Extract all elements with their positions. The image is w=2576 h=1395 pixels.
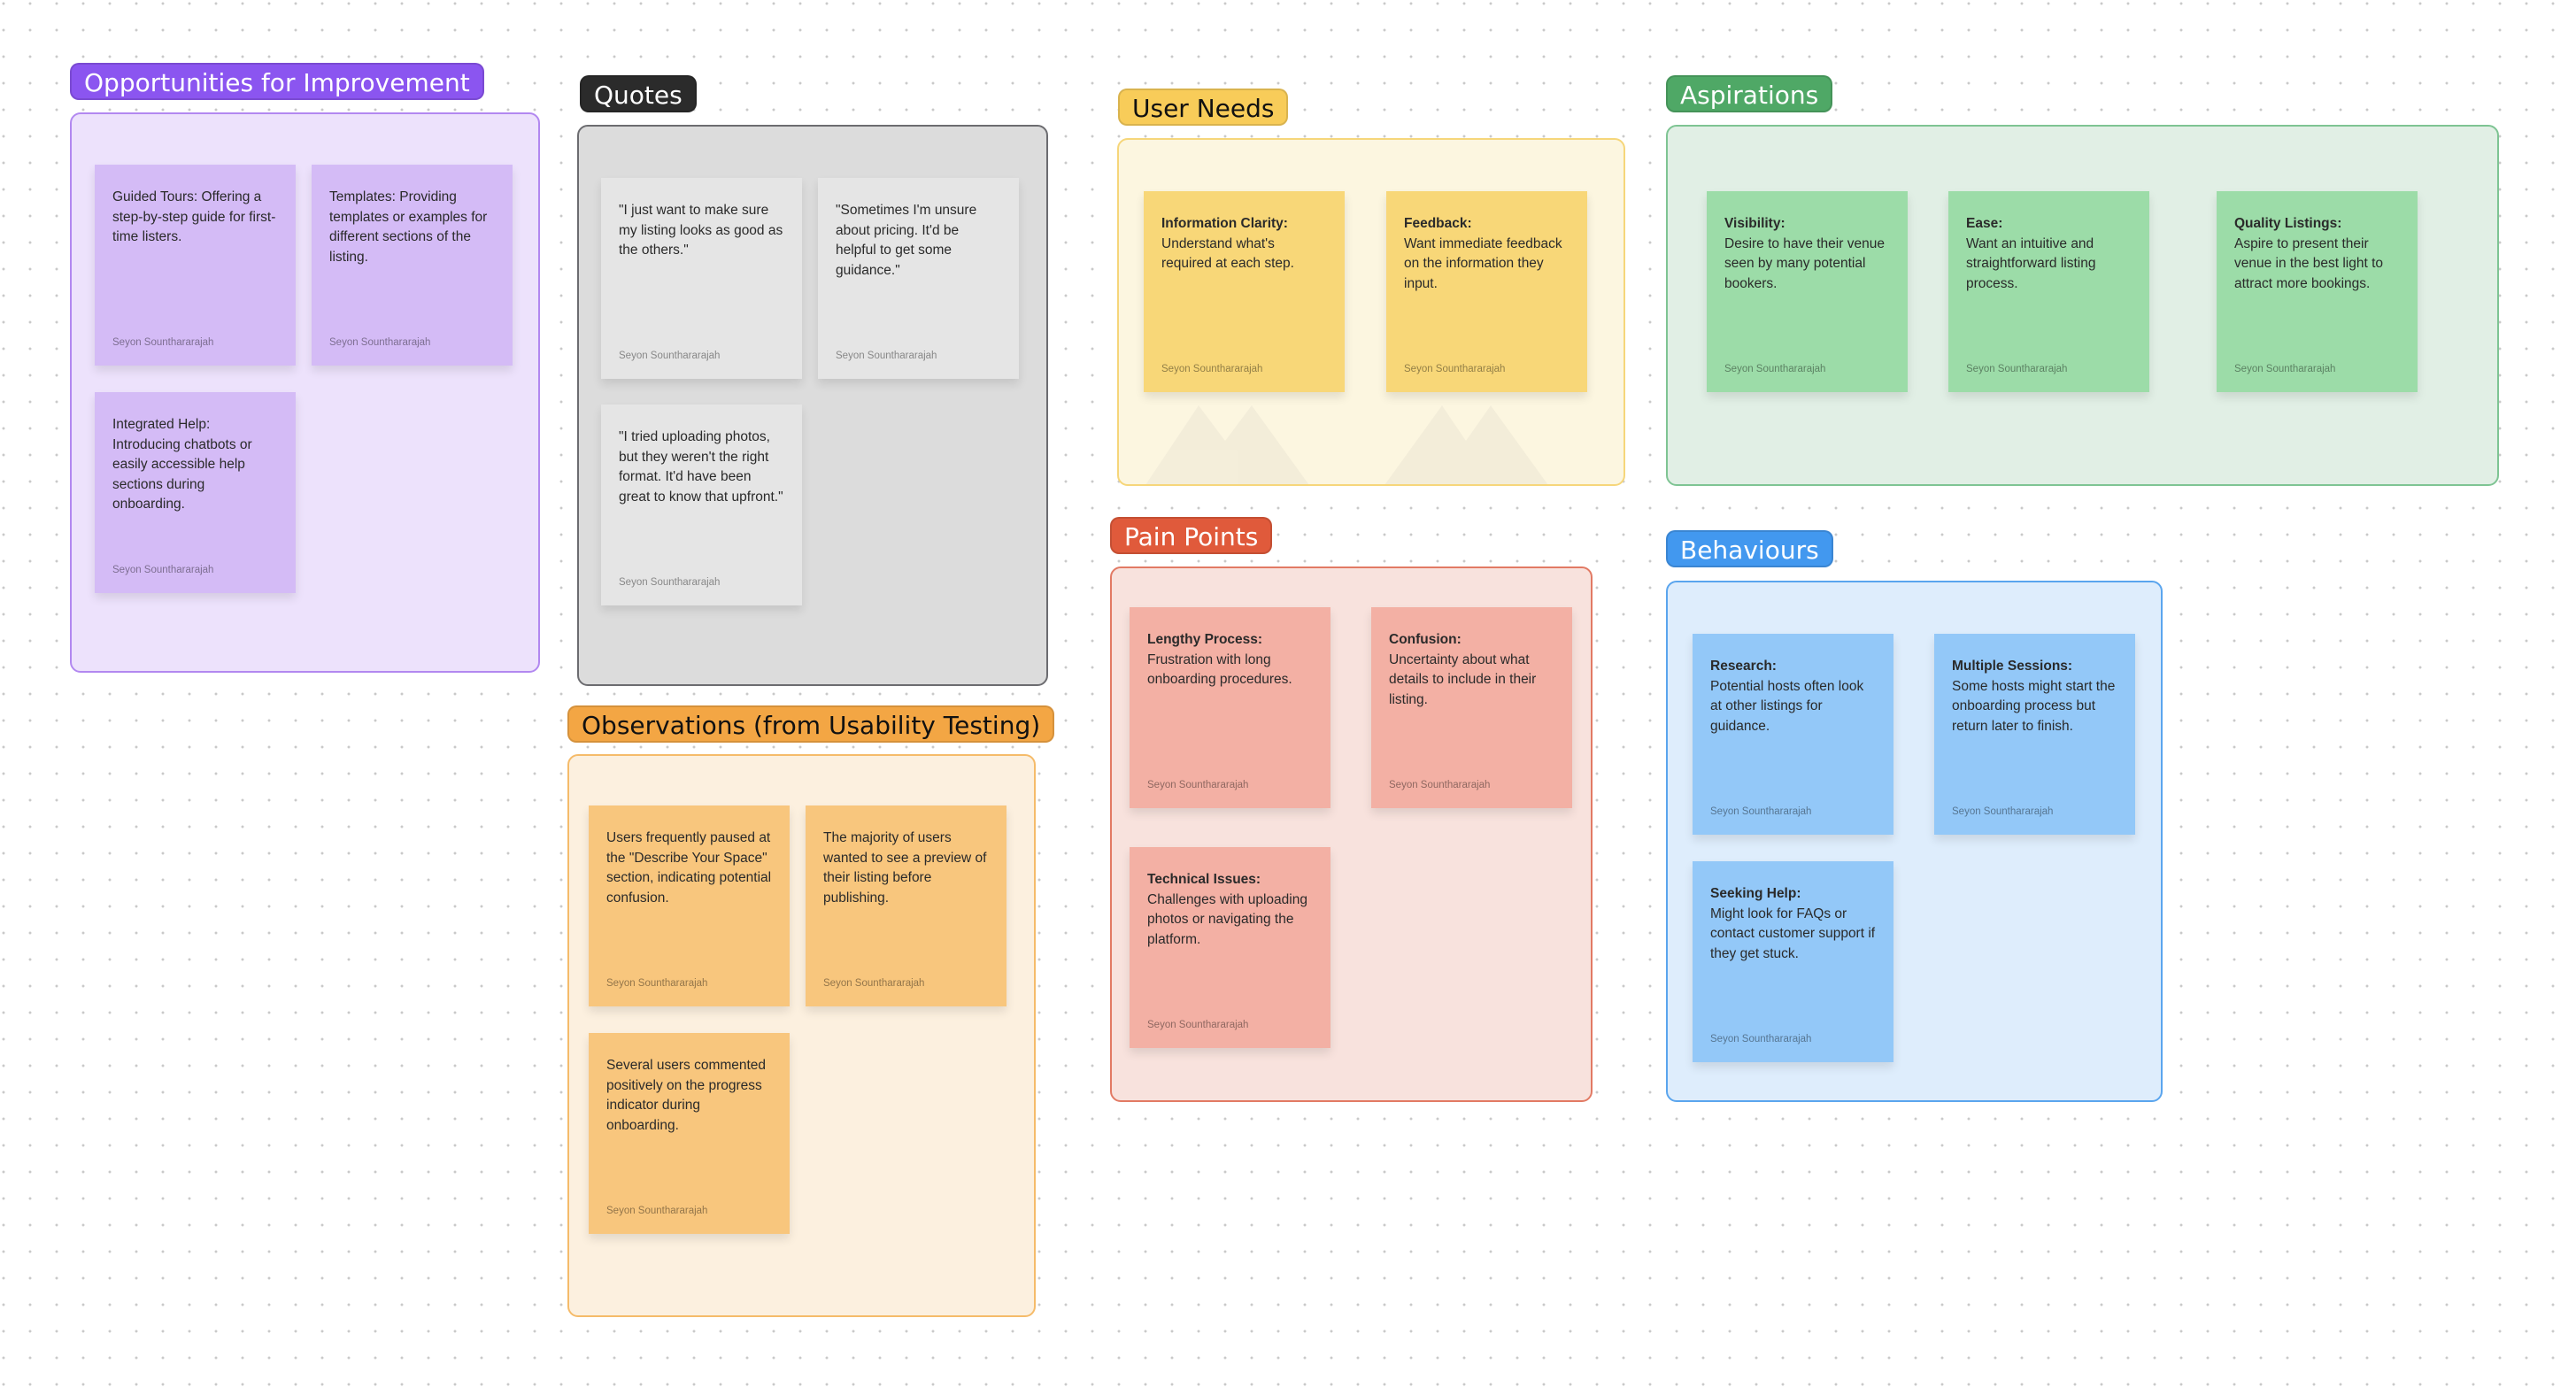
note-author: Seyon Sounthararajah: [329, 337, 431, 348]
note-text: Quality Listings: Aspire to present their…: [2234, 214, 2400, 294]
note-body: Frustration with long onboarding procedu…: [1147, 651, 1292, 688]
note-author: Seyon Sounthararajah: [619, 577, 721, 588]
sticky-note[interactable]: The majority of users wanted to see a pr…: [806, 805, 1006, 1006]
note-body: Desire to have their venue seen by many …: [1724, 235, 1885, 291]
note-text: "Sometimes I'm unsure about pricing. It'…: [836, 203, 977, 278]
sticky-note[interactable]: Information Clarity: Understand what's re…: [1144, 191, 1345, 392]
sticky-note[interactable]: Feedback: Want immediate feedback on the …: [1386, 191, 1587, 392]
note-text: Templates: Providing templates or exampl…: [329, 189, 488, 265]
note-text: Confusion: Uncertainty about what details…: [1389, 630, 1554, 710]
note-text: Ease: Want an intuitive and straightforwa…: [1966, 214, 2132, 294]
sticky-note[interactable]: "I just want to make sure my listing loo…: [601, 178, 802, 379]
note-author: Seyon Sounthararajah: [1952, 806, 2054, 817]
sticky-note[interactable]: Several users commented positively on th…: [589, 1033, 790, 1234]
note-text: Information Clarity: Understand what's re…: [1161, 214, 1327, 274]
note-body: Want immediate feedback on the informati…: [1404, 235, 1562, 291]
sticky-note[interactable]: Quality Listings: Aspire to present their…: [2217, 191, 2418, 392]
note-text: Integrated Help: Introducing chatbots or…: [112, 417, 252, 512]
sticky-note[interactable]: Templates: Providing templates or exampl…: [312, 165, 513, 366]
note-heading: Visibility:: [1724, 216, 1785, 231]
note-text: "I tried uploading photos, but they were…: [619, 429, 783, 505]
sticky-note[interactable]: Research: Potential hosts often look at o…: [1693, 634, 1893, 835]
section-title-quotes[interactable]: Quotes: [580, 75, 697, 112]
note-author: Seyon Sounthararajah: [1966, 364, 2068, 374]
note-body: Challenges with uploading photos or navi…: [1147, 891, 1307, 947]
note-author: Seyon Sounthararajah: [1147, 1020, 1249, 1030]
section-title-opportunities[interactable]: Opportunities for Improvement: [70, 63, 484, 100]
section-title-user-needs[interactable]: User Needs: [1118, 89, 1289, 126]
sticky-note[interactable]: "I tried uploading photos, but they were…: [601, 405, 802, 605]
note-author: Seyon Sounthararajah: [1710, 1034, 1812, 1044]
note-heading: Information Clarity:: [1161, 216, 1288, 231]
section-title-pain-points[interactable]: Pain Points: [1110, 517, 1273, 554]
note-body: Might look for FAQs or contact customer …: [1710, 906, 1876, 961]
note-author: Seyon Sounthararajah: [836, 351, 937, 361]
note-heading: Confusion:: [1389, 632, 1462, 647]
note-heading: Research:: [1710, 659, 1777, 674]
note-author: Seyon Sounthararajah: [606, 978, 708, 989]
sticky-note[interactable]: Visibility: Desire to have their venue se…: [1707, 191, 1908, 392]
note-heading: Feedback:: [1404, 216, 1472, 231]
sticky-note[interactable]: Guided Tours: Offering a step-by-step gu…: [95, 165, 296, 366]
section-title-observations[interactable]: Observations (from Usability Testing): [567, 705, 1055, 743]
note-body: Potential hosts often look at other list…: [1710, 678, 1864, 734]
section-title-behaviours[interactable]: Behaviours: [1666, 530, 1833, 567]
note-author: Seyon Sounthararajah: [1161, 364, 1263, 374]
note-text: Guided Tours: Offering a step-by-step gu…: [112, 189, 276, 244]
note-author: Seyon Sounthararajah: [823, 978, 925, 989]
note-heading: Seeking Help:: [1710, 886, 1801, 901]
note-text: The majority of users wanted to see a pr…: [823, 830, 987, 906]
note-author: Seyon Sounthararajah: [1147, 780, 1249, 790]
note-text: Feedback: Want immediate feedback on the …: [1404, 214, 1570, 294]
sticky-note[interactable]: Seeking Help: Might look for FAQs or cont…: [1693, 861, 1893, 1062]
note-author: Seyon Sounthararajah: [1724, 364, 1826, 374]
note-author: Seyon Sounthararajah: [112, 565, 214, 575]
sticky-note[interactable]: Confusion: Uncertainty about what details…: [1371, 607, 1572, 808]
sticky-note[interactable]: Integrated Help: Introducing chatbots or…: [95, 392, 296, 593]
section-title-aspirations[interactable]: Aspirations: [1666, 75, 1833, 112]
note-author: Seyon Sounthararajah: [1404, 364, 1506, 374]
note-heading: Ease:: [1966, 216, 2003, 231]
note-text: Users frequently paused at the "Describe…: [606, 830, 772, 906]
note-body: Uncertainty about what details to includ…: [1389, 651, 1537, 707]
sticky-note[interactable]: Lengthy Process: Frustration with long on…: [1130, 607, 1330, 808]
note-text: Several users commented positively on th…: [606, 1058, 767, 1133]
note-text: Lengthy Process: Frustration with long on…: [1147, 630, 1313, 690]
note-text: Seeking Help: Might look for FAQs or cont…: [1710, 884, 1876, 964]
sticky-note[interactable]: Users frequently paused at the "Describe…: [589, 805, 790, 1006]
note-text: Research: Potential hosts often look at o…: [1710, 657, 1876, 736]
sticky-note[interactable]: Technical Issues: Challenges with uploadi…: [1130, 847, 1330, 1048]
note-text: Multiple Sessions: Some hosts might start…: [1952, 657, 2117, 736]
sticky-note[interactable]: "Sometimes I'm unsure about pricing. It'…: [818, 178, 1019, 379]
note-heading: Multiple Sessions:: [1952, 659, 2073, 674]
note-body: Want an intuitive and straightforward li…: [1966, 235, 2096, 291]
note-body: Some hosts might start the onboarding pr…: [1952, 678, 2116, 734]
note-author: Seyon Sounthararajah: [606, 1206, 708, 1216]
note-author: Seyon Sounthararajah: [1710, 806, 1812, 817]
note-author: Seyon Sounthararajah: [1389, 780, 1491, 790]
note-text: "I just want to make sure my listing loo…: [619, 203, 783, 258]
note-author: Seyon Sounthararajah: [619, 351, 721, 361]
note-heading: Lengthy Process:: [1147, 632, 1263, 647]
note-author: Seyon Sounthararajah: [112, 337, 214, 348]
sticky-note[interactable]: Ease: Want an intuitive and straightforwa…: [1948, 191, 2149, 392]
note-body: Understand what's required at each step.: [1161, 235, 1294, 272]
note-body: Aspire to present their venue in the bes…: [2234, 235, 2384, 291]
note-heading: Technical Issues:: [1147, 872, 1261, 887]
note-text: Visibility: Desire to have their venue se…: [1724, 214, 1890, 294]
note-text: Technical Issues: Challenges with uploadi…: [1147, 870, 1313, 950]
note-heading: Quality Listings:: [2234, 216, 2342, 231]
note-author: Seyon Sounthararajah: [2234, 364, 2336, 374]
sticky-note[interactable]: Multiple Sessions: Some hosts might start…: [1934, 634, 2135, 835]
